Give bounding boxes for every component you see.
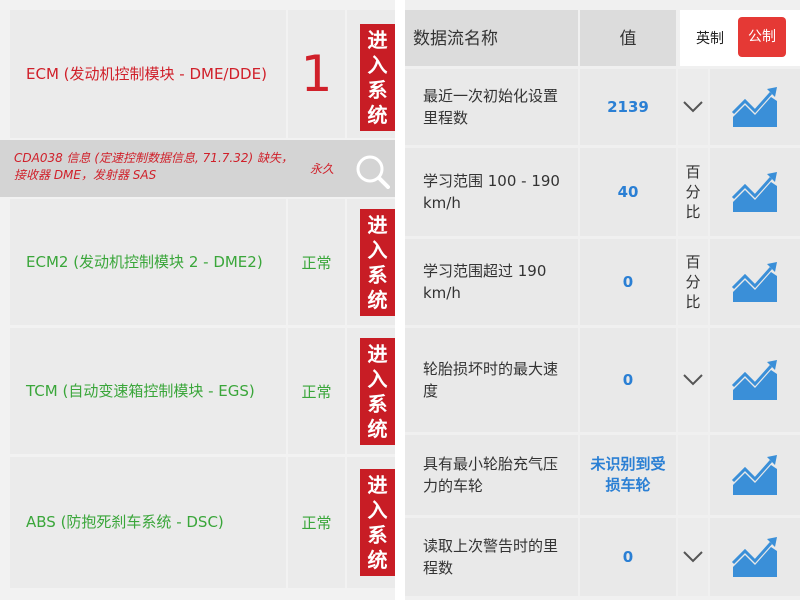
datastream-name: 最近一次初始化设置里程数 (405, 69, 578, 145)
fault-code-row[interactable]: CDA038 信息 (定速控制数据信息, 71.7.32) 缺失，接收器 DME… (0, 140, 395, 197)
graph-cell (710, 239, 800, 325)
unit-cell (678, 328, 708, 432)
unit-cell (678, 435, 708, 515)
enter-label-char: 进 (367, 27, 388, 52)
module-name: ECM2 (发动机控制模块 2 - DME2) (10, 199, 286, 325)
line-chart-icon[interactable] (731, 85, 779, 129)
datastream-unit: 百分比 (685, 253, 701, 311)
fault-description: CDA038 信息 (定速控制数据信息, 71.7.32) 缺失，接收器 DME… (14, 151, 293, 182)
enter-label-char: 入 (367, 52, 388, 77)
datastream-panel: 数据流名称 值 英制 公制 最近一次初始化设置里程数 2139 学习范围 100… (405, 0, 800, 600)
datastream-row[interactable]: 学习范围超过 190 km/h 0 百分比 (405, 239, 800, 325)
enter-cell: 进 入 系 统 (347, 328, 395, 454)
enter-label-char: 进 (367, 472, 388, 497)
line-chart-icon[interactable] (731, 358, 779, 402)
column-header-value: 值 (580, 10, 676, 66)
datastream-value: 2139 (580, 69, 676, 145)
datastream-row[interactable]: 具有最小轮胎充气压力的车轮 未识别到受损车轮 (405, 435, 800, 515)
module-name: ECM (发动机控制模块 - DME/DDE) (10, 10, 286, 138)
line-chart-icon[interactable] (731, 535, 779, 579)
metric-unit-button[interactable]: 公制 (738, 17, 786, 57)
chevron-down-icon[interactable] (682, 100, 704, 114)
unit-cell (678, 69, 708, 145)
enter-label-char: 进 (367, 341, 388, 366)
module-status: 正常 (288, 328, 345, 454)
imperial-unit-button[interactable]: 英制 (688, 27, 732, 51)
enter-cell: 进 入 系 统 (347, 10, 395, 138)
datastream-value: 0 (580, 328, 676, 432)
datastream-name: 学习范围超过 190 km/h (405, 239, 578, 325)
datastream-row[interactable]: 读取上次警告时的里程数 0 (405, 518, 800, 596)
datastream-row[interactable]: 学习范围 100 - 190 km/h 40 百分比 (405, 148, 800, 236)
search-icon[interactable] (354, 153, 390, 189)
enter-system-button[interactable]: 进 入 系 统 (360, 338, 395, 445)
datastream-unit: 百分比 (685, 163, 701, 221)
chevron-down-icon[interactable] (682, 373, 704, 387)
module-row-ecm: ECM (发动机控制模块 - DME/DDE) 1 进 入 系 统 (0, 10, 395, 138)
datastream-value: 0 (580, 239, 676, 325)
datastream-value: 未识别到受损车轮 (580, 435, 676, 515)
enter-label-char: 系 (367, 262, 388, 287)
module-status: 1 (288, 10, 345, 138)
unit-cell: 百分比 (678, 148, 708, 236)
enter-label-char: 统 (367, 287, 388, 312)
line-chart-icon[interactable] (731, 453, 779, 497)
enter-system-button[interactable]: 进 入 系 统 (360, 469, 395, 576)
line-chart-icon[interactable] (731, 170, 779, 214)
graph-cell (710, 148, 800, 236)
enter-cell: 进 入 系 统 (347, 457, 395, 588)
enter-label-char: 统 (367, 416, 388, 441)
datastream-name: 轮胎损坏时的最大速度 (405, 328, 578, 432)
enter-system-button[interactable]: 进 入 系 统 (360, 209, 395, 316)
enter-label-char: 进 (367, 212, 388, 237)
enter-label-char: 系 (367, 77, 388, 102)
module-name: ABS (防抱死刹车系统 - DSC) (10, 457, 286, 588)
module-name: TCM (自动变速箱控制模块 - EGS) (10, 328, 286, 454)
unit-cell (678, 518, 708, 596)
datastream-row[interactable]: 最近一次初始化设置里程数 2139 (405, 69, 800, 145)
datastream-name: 学习范围 100 - 190 km/h (405, 148, 578, 236)
datastream-row[interactable]: 轮胎损坏时的最大速度 0 (405, 328, 800, 432)
unit-cell: 百分比 (678, 239, 708, 325)
chevron-down-icon[interactable] (682, 550, 704, 564)
module-status: 正常 (288, 457, 345, 588)
datastream-value: 40 (580, 148, 676, 236)
enter-label-char: 入 (367, 366, 388, 391)
datastream-name: 读取上次警告时的里程数 (405, 518, 578, 596)
graph-cell (710, 435, 800, 515)
module-status: 正常 (288, 199, 345, 325)
fault-status: 永久 (310, 162, 335, 176)
datastream-value: 0 (580, 518, 676, 596)
enter-label-char: 统 (367, 102, 388, 127)
enter-system-button[interactable]: 进 入 系 统 (360, 24, 395, 131)
line-chart-icon[interactable] (731, 260, 779, 304)
enter-label-char: 入 (367, 497, 388, 522)
enter-label-char: 入 (367, 237, 388, 262)
graph-cell (710, 328, 800, 432)
graph-cell (710, 518, 800, 596)
column-header-name: 数据流名称 (405, 10, 578, 66)
module-list-panel: ECM (发动机控制模块 - DME/DDE) 1 进 入 系 统 CDA038… (0, 0, 395, 600)
enter-label-char: 统 (367, 547, 388, 572)
unit-toggle: 英制 公制 (680, 10, 800, 66)
enter-cell: 进 入 系 统 (347, 199, 395, 325)
datastream-header: 数据流名称 值 英制 公制 (405, 10, 800, 66)
enter-label-char: 系 (367, 391, 388, 416)
graph-cell (710, 69, 800, 145)
module-row-ecm2: ECM2 (发动机控制模块 2 - DME2) 正常 进 入 系 统 (0, 199, 395, 325)
enter-label-char: 系 (367, 522, 388, 547)
datastream-name: 具有最小轮胎充气压力的车轮 (405, 435, 578, 515)
module-row-abs: ABS (防抱死刹车系统 - DSC) 正常 进 入 系 统 (0, 457, 395, 588)
module-row-tcm: TCM (自动变速箱控制模块 - EGS) 正常 进 入 系 统 (0, 328, 395, 454)
